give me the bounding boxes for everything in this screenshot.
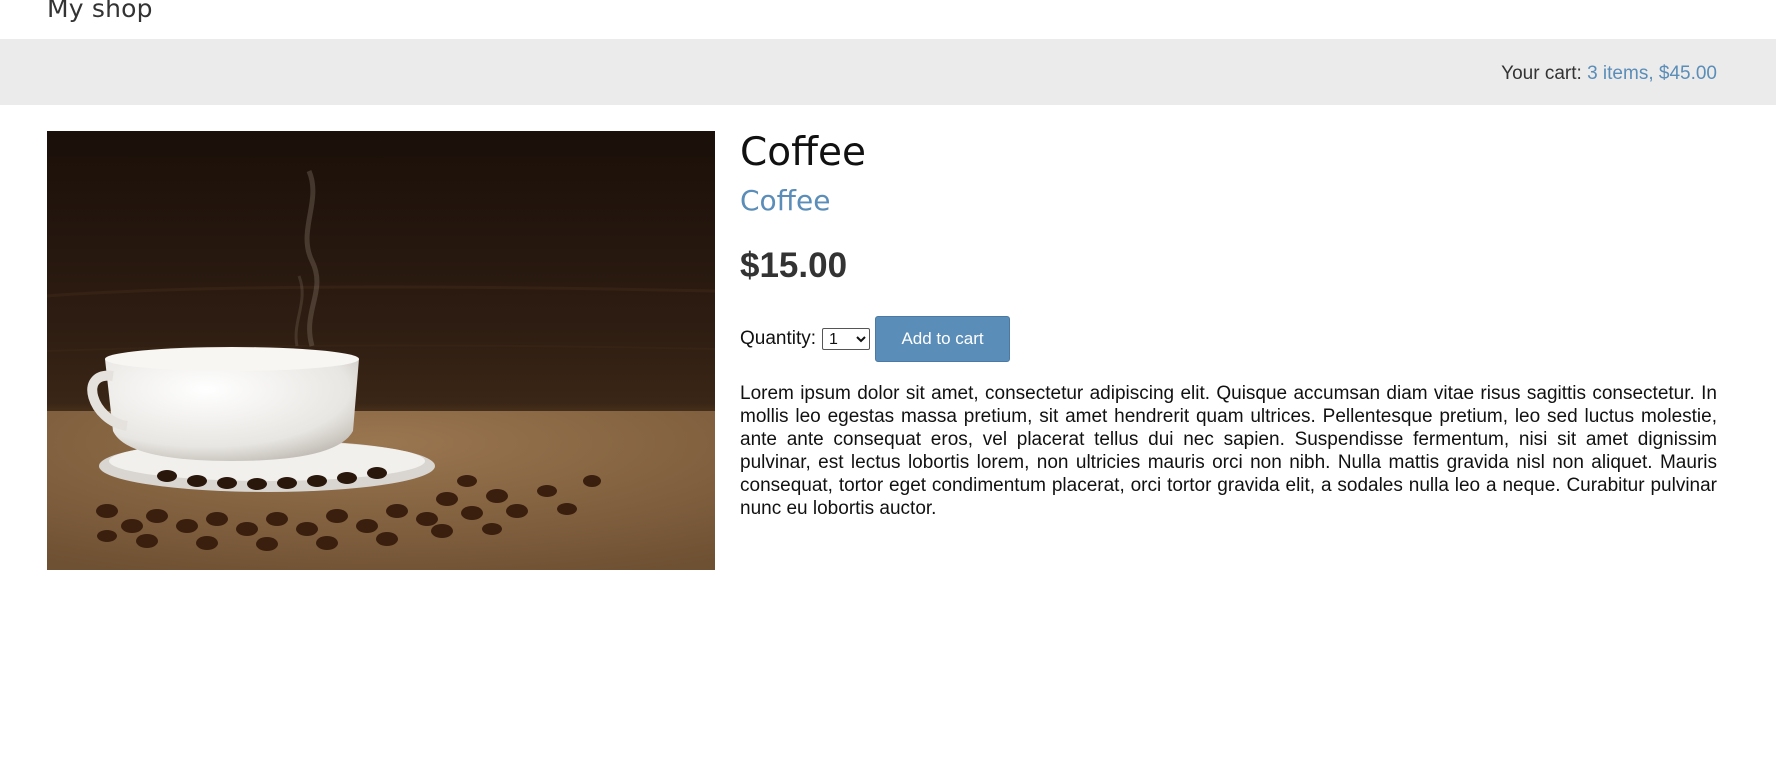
cart-link[interactable]: 3 items, $45.00 [1587,63,1717,84]
add-to-cart-form: Quantity: 1 Add to cart [740,316,1717,362]
shop-title[interactable]: My shop [47,0,153,23]
product-name: Coffee [740,130,866,175]
quantity-select[interactable]: 1 [822,328,871,350]
product-price: $15.00 [740,246,848,285]
site-header: My shop [0,0,1776,38]
product-info: Coffee Coffee $15.00 Quantity: 1 Add to … [740,128,1717,520]
quantity-label: Quantity: [740,328,817,349]
cart-label: Your cart: [1501,63,1582,84]
coffee-cup-photo [47,131,715,570]
product-description: Lorem ipsum dolor sit amet, consectetur … [740,383,1717,519]
product-image [47,131,715,570]
cart-summary: Your cart: 3 items, $45.00 [1501,63,1717,85]
cart-bar: Your cart: 3 items, $45.00 [0,39,1776,105]
product-category-link[interactable]: Coffee [740,182,830,220]
add-to-cart-button[interactable]: Add to cart [875,316,1011,362]
